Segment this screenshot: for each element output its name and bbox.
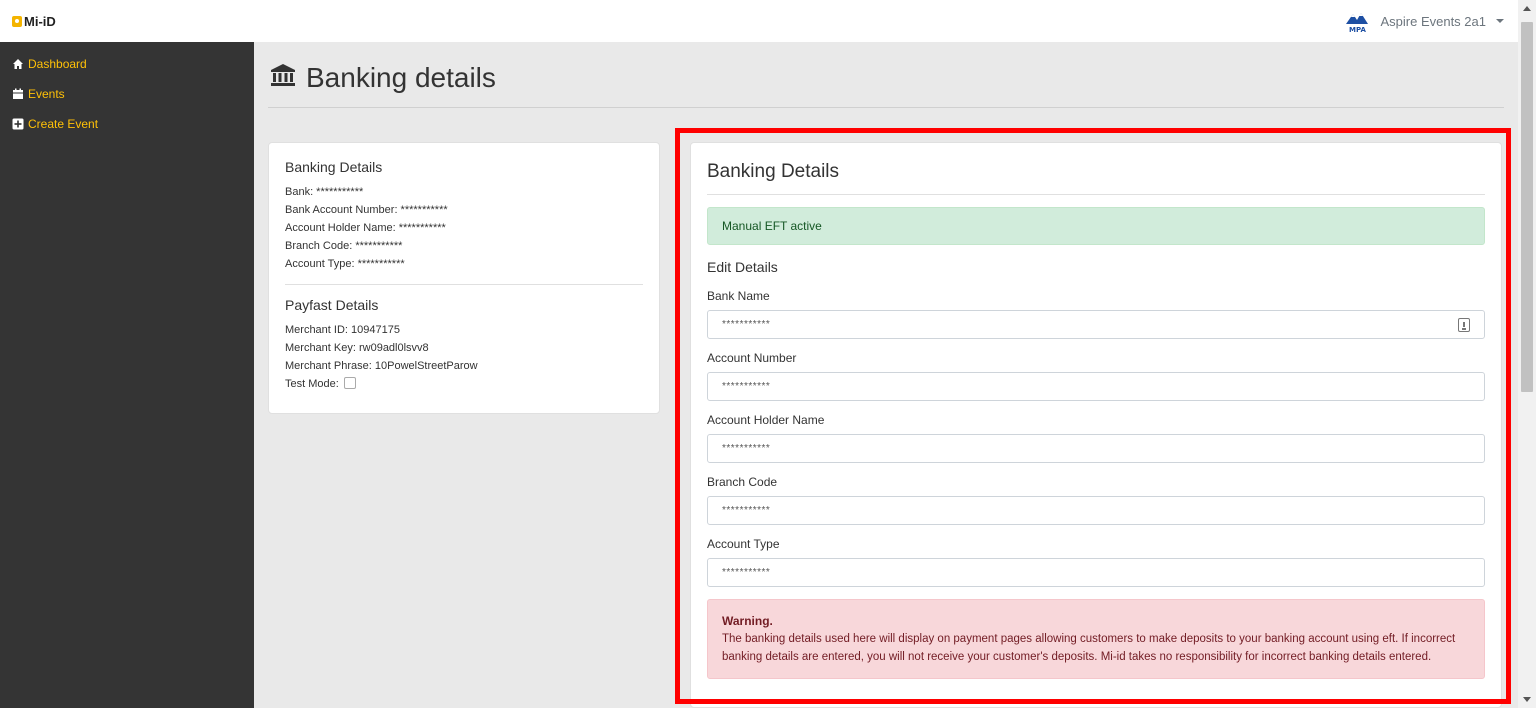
summary-merchant-id: Merchant ID: 10947175	[285, 324, 400, 336]
account-holder-label: Account Holder Name	[707, 413, 825, 427]
user-menu[interactable]: MPA Aspire Events 2a1	[1344, 8, 1504, 34]
bank-name-label: Bank Name	[707, 289, 770, 303]
banking-summary-title: Banking Details	[285, 159, 383, 175]
bank-name-value: ***********	[722, 319, 771, 330]
sidebar-item-label: Create Event	[28, 117, 99, 131]
logo-icon	[12, 16, 22, 27]
account-holder-input[interactable]: ***********	[707, 434, 1485, 463]
edit-banking-card: Banking Details Manual EFT active Edit D…	[690, 142, 1502, 708]
test-mode-label: Test Mode:	[285, 378, 339, 390]
account-number-input[interactable]: ***********	[707, 372, 1485, 401]
page-title-text: Banking details	[306, 62, 496, 93]
divider	[285, 284, 643, 285]
scroll-up-icon[interactable]	[1523, 6, 1531, 11]
scroll-down-icon[interactable]	[1523, 697, 1531, 702]
main-content: Banking details Banking Details Bank: **…	[254, 42, 1518, 708]
branch-code-label: Branch Code	[707, 475, 778, 489]
status-alert: Manual EFT active	[707, 207, 1485, 245]
logo-text: Mi-iD	[24, 14, 56, 29]
edit-details-heading: Edit Details	[707, 259, 778, 275]
plus-square-icon	[12, 118, 24, 130]
user-name: Aspire Events 2a1	[1380, 13, 1486, 29]
summary-merchant-key: Merchant Key: rw09adl0lsvv8	[285, 342, 429, 354]
summary-account-number: Bank Account Number: ***********	[285, 204, 448, 216]
sidebar-item-dashboard[interactable]: Dashboard	[0, 49, 254, 79]
summary-account-type: Account Type: ***********	[285, 258, 405, 270]
sidebar-item-label: Dashboard	[28, 57, 87, 71]
bank-icon	[270, 62, 296, 94]
account-type-value: ***********	[722, 567, 771, 578]
avatar-label: MPA	[1349, 26, 1366, 34]
bank-name-input[interactable]: ***********	[707, 310, 1485, 339]
branch-code-value: ***********	[722, 505, 771, 516]
sidebar: Dashboard Events Create Event	[0, 42, 254, 708]
top-bar: Mi-iD MPA Aspire Events 2a1	[0, 0, 1536, 42]
calendar-icon	[12, 88, 24, 100]
account-type-label: Account Type	[707, 537, 780, 551]
account-number-value: ***********	[722, 381, 771, 392]
account-type-input[interactable]: ***********	[707, 558, 1485, 587]
edit-card-title: Banking Details	[707, 159, 1485, 195]
warning-text: The banking details used here will displ…	[722, 633, 1456, 663]
sidebar-item-create-event[interactable]: Create Event	[0, 109, 254, 139]
summary-merchant-phrase: Merchant Phrase: 10PowelStreetParow	[285, 360, 478, 372]
sidebar-item-label: Events	[28, 87, 65, 101]
summary-bank: Bank: ***********	[285, 186, 364, 198]
summary-card: Banking Details Bank: *********** Bank A…	[268, 142, 660, 414]
password-manager-icon[interactable]	[1458, 317, 1470, 332]
app-logo[interactable]: Mi-iD	[12, 14, 56, 29]
sidebar-item-events[interactable]: Events	[0, 79, 254, 109]
warning-alert: Warning. The banking details used here w…	[707, 599, 1485, 679]
summary-holder-name: Account Holder Name: ***********	[285, 222, 446, 234]
user-avatar: MPA	[1344, 8, 1374, 34]
page-title: Banking details	[270, 62, 496, 94]
summary-test-mode: Test Mode:	[285, 375, 643, 393]
warning-title: Warning.	[722, 614, 773, 628]
home-icon	[12, 58, 24, 70]
scroll-thumb[interactable]	[1521, 22, 1533, 392]
summary-branch-code: Branch Code: ***********	[285, 240, 403, 252]
payfast-summary-title: Payfast Details	[285, 297, 379, 313]
test-mode-checkbox[interactable]	[343, 377, 356, 389]
title-divider	[268, 107, 1504, 108]
account-number-label: Account Number	[707, 351, 797, 365]
chevron-down-icon	[1496, 19, 1504, 23]
branch-code-input[interactable]: ***********	[707, 496, 1485, 525]
scrollbar[interactable]	[1518, 0, 1536, 708]
account-holder-value: ***********	[722, 443, 771, 454]
